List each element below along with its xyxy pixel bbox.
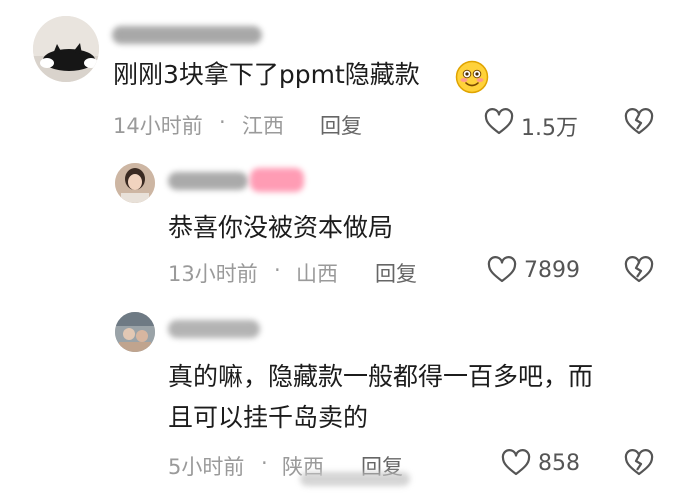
reply-button[interactable]: 回复 <box>320 110 362 140</box>
comment-text-line1: 真的嘛，隐藏款一般都得一百多吧，而 <box>168 362 594 391</box>
smiling-face-emoji-icon <box>455 60 489 94</box>
comment-text: 恭喜你没被资本做局 <box>168 213 394 242</box>
avatar[interactable] <box>115 312 155 352</box>
reply-button[interactable]: 回复 <box>375 258 417 288</box>
comment-text: 刚刚3块拿下了ppmt隐藏款 <box>113 60 420 89</box>
meta-separator: · <box>219 110 226 134</box>
like-count: 858 <box>538 451 580 476</box>
avatar-cat-image <box>33 16 99 82</box>
broken-heart-icon[interactable] <box>624 108 654 136</box>
comment-location: 山西 <box>296 262 338 286</box>
meta-separator: · <box>261 451 268 475</box>
heart-outline-icon[interactable] <box>487 256 517 284</box>
comment-time: 13小时前 <box>168 262 258 286</box>
like-count: 7899 <box>524 258 580 283</box>
comment-text-line2: 且可以挂千岛卖的 <box>168 403 369 432</box>
heart-outline-icon[interactable] <box>484 108 514 136</box>
avatar-person-image <box>115 163 155 203</box>
like-count: 1.5万 <box>521 116 578 141</box>
heart-outline-icon[interactable] <box>501 449 531 477</box>
avatar-photo-image <box>115 312 155 352</box>
comment-time: 5小时前 <box>168 455 245 479</box>
comment-time: 14小时前 <box>113 114 203 138</box>
username-badge-blurred <box>250 168 304 192</box>
watermark-blurred <box>300 472 410 486</box>
broken-heart-icon[interactable] <box>624 256 654 284</box>
username-blurred[interactable] <box>112 26 262 44</box>
broken-heart-icon[interactable] <box>624 449 654 477</box>
comment-location: 江西 <box>242 114 284 138</box>
username-blurred[interactable] <box>168 320 260 338</box>
meta-separator: · <box>274 258 281 282</box>
avatar[interactable] <box>33 16 99 82</box>
username-blurred[interactable] <box>168 172 248 190</box>
avatar[interactable] <box>115 163 155 203</box>
